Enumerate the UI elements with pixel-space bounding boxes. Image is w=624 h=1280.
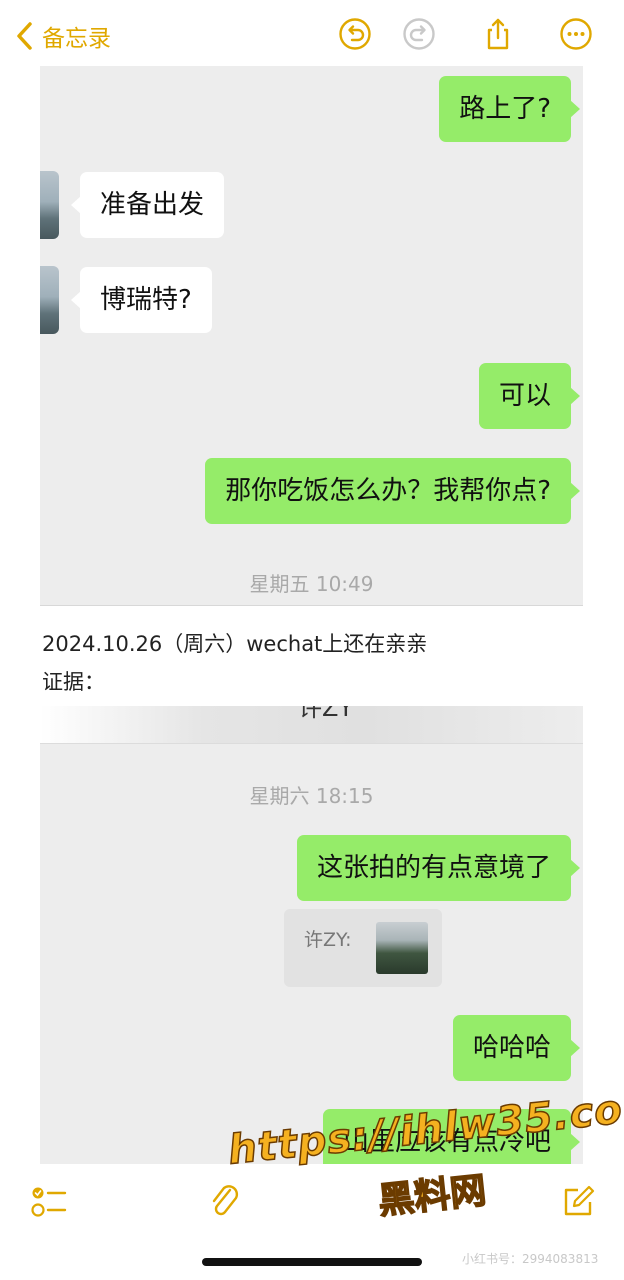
quoted-photo-thumbnail[interactable] — [376, 922, 428, 974]
contact-name: 许ZY — [298, 706, 354, 722]
chat-screenshot-2: 许ZY 星期六 18:15 这张拍的有点意境了 许ZY: 哈哈哈 山里应该有点冷… — [40, 706, 583, 1164]
watermark-name: 黑料网 — [376, 1170, 489, 1224]
chat-bubble-received: 博瑞特? — [71, 267, 212, 333]
chat-timestamp: 星期六 18:15 — [249, 784, 374, 808]
attachment-icon — [212, 1185, 239, 1216]
chat-timestamp: 星期五 10:49 — [249, 572, 374, 596]
note-text-line: 证据： — [42, 670, 105, 694]
more-icon — [560, 18, 592, 50]
compose-button[interactable] — [560, 1184, 596, 1220]
compose-icon — [564, 1185, 595, 1216]
redo-icon — [403, 18, 435, 50]
note-text-line: 2024.10.26（周六）wechat上还在亲亲 — [42, 632, 428, 656]
home-indicator[interactable] — [202, 1258, 422, 1266]
checklist-icon — [31, 1187, 67, 1217]
chat-bubble-sent: 这张拍的有点意境了 — [296, 835, 581, 901]
xhs-id-watermark: 小红书号：2994083813 — [462, 1252, 599, 1266]
avatar — [40, 266, 59, 334]
top-nav-bar: 备忘录 — [0, 0, 624, 66]
share-icon — [487, 18, 509, 50]
attachment-button[interactable] — [208, 1182, 242, 1222]
redo-button[interactable] — [401, 16, 437, 52]
avatar — [40, 171, 59, 239]
chat-bubble-sent: 哈哈哈 — [452, 1015, 581, 1081]
quote-sender: 许ZY: — [304, 929, 352, 951]
quoted-message[interactable]: 许ZY: — [284, 909, 442, 987]
chat-bubble-sent: 可以 — [478, 363, 581, 429]
back-button[interactable]: 备忘录 — [14, 16, 111, 56]
chevron-left-icon — [17, 22, 32, 50]
chat-bubble-sent: 路上了? — [439, 76, 580, 142]
chat-screenshot-1: 路上了? 准备出发 博瑞特? 可以 那你吃饭怎么办？我帮你点? 星期五 10:4… — [40, 66, 583, 606]
chat-bubble-received: 准备出发 — [70, 172, 225, 238]
more-button[interactable] — [558, 16, 594, 52]
checklist-button[interactable] — [30, 1184, 68, 1220]
share-button[interactable] — [480, 16, 516, 52]
back-label: 备忘录 — [42, 26, 111, 52]
undo-button[interactable] — [337, 16, 373, 52]
chat-bubble-sent: 那你吃饭怎么办？我帮你点? — [205, 458, 580, 524]
undo-icon — [339, 18, 371, 50]
